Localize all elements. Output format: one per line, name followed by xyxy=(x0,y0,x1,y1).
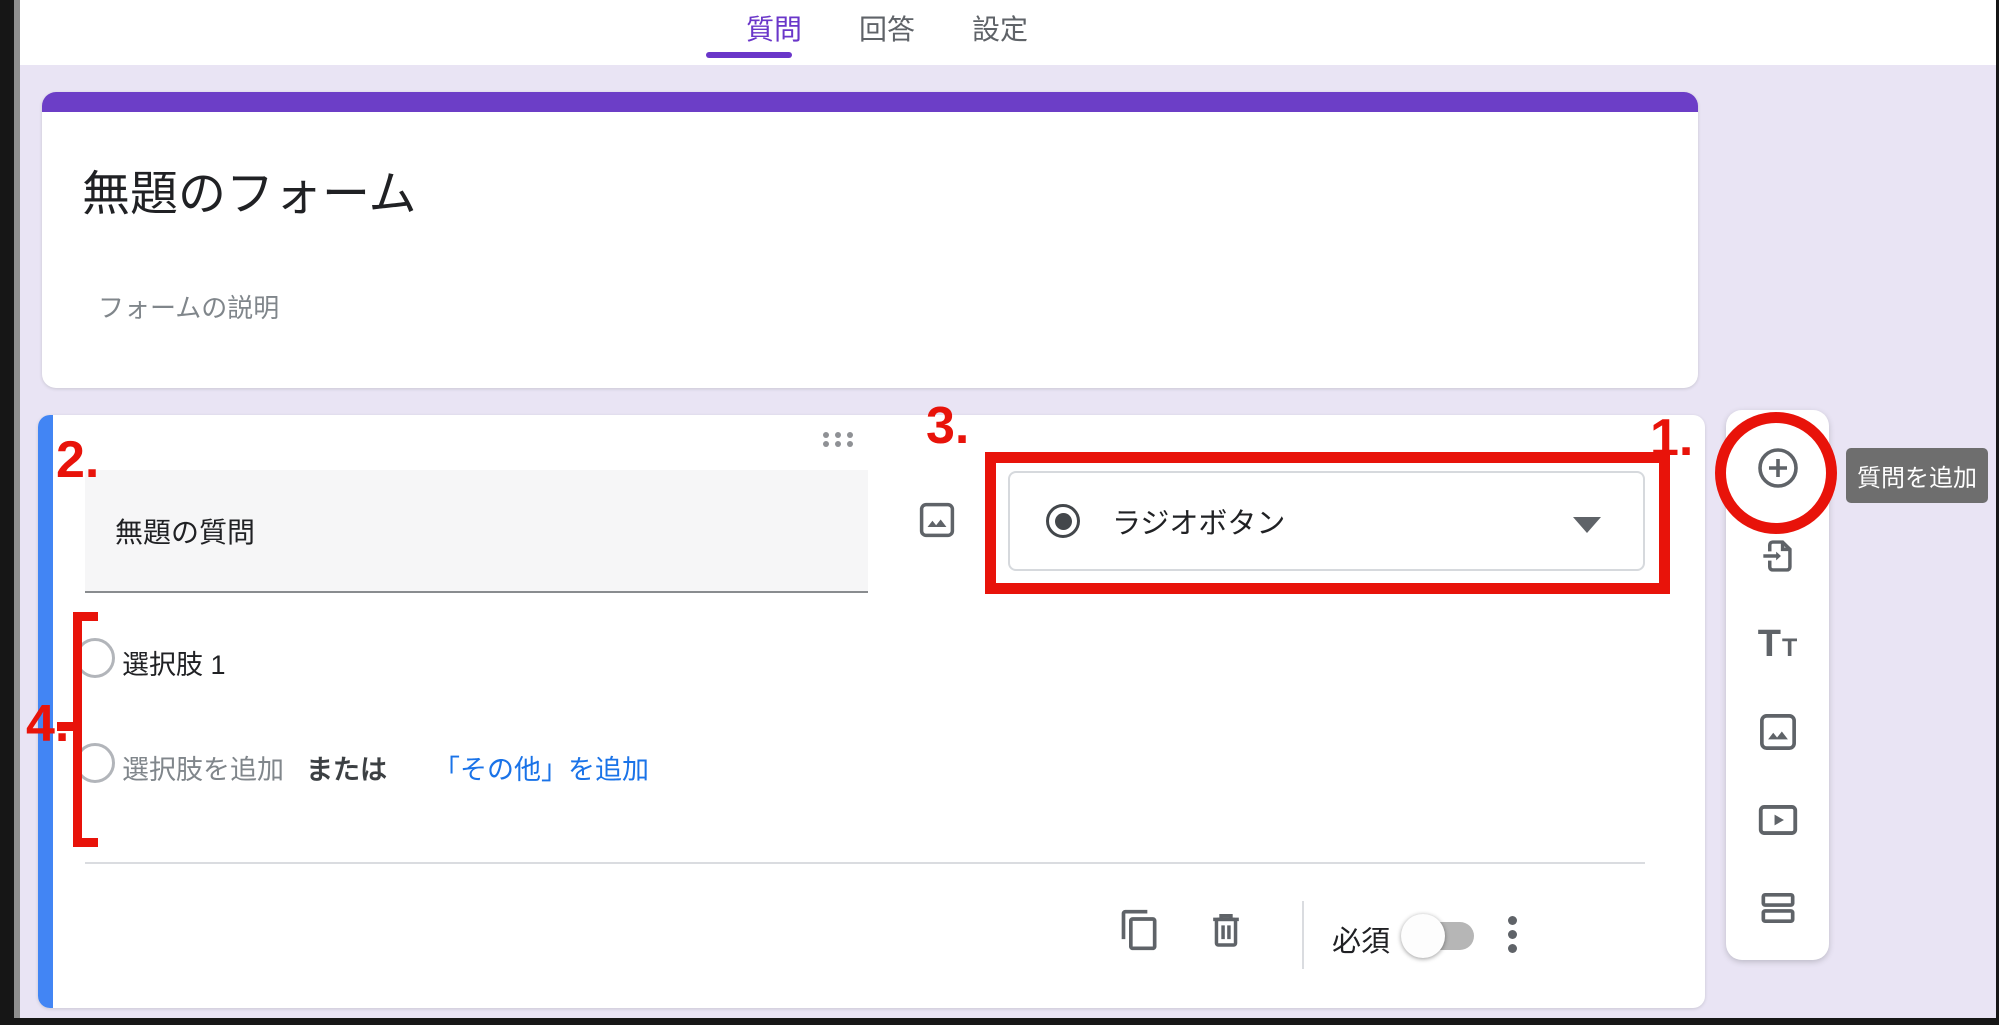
or-text: または xyxy=(306,748,387,787)
annotation-box-step3 xyxy=(985,452,1670,594)
footer-divider xyxy=(85,862,1645,864)
left-edge-bar xyxy=(0,0,14,1025)
add-image-icon[interactable] xyxy=(1754,708,1802,756)
add-video-icon[interactable] xyxy=(1754,796,1802,844)
add-title-icon[interactable]: TT xyxy=(1754,620,1802,668)
annotation-number-3: 3. xyxy=(926,400,969,452)
annotation-bracket-bottom xyxy=(73,838,98,847)
active-tab-indicator xyxy=(706,52,792,58)
annotation-bracket-top xyxy=(73,612,98,621)
tooltip-text: 質問を追加 xyxy=(1857,458,1977,493)
left-edge-line xyxy=(14,0,20,1025)
tab-questions[interactable]: 質問 xyxy=(746,10,802,50)
trash-icon[interactable] xyxy=(1204,908,1248,952)
duplicate-icon[interactable] xyxy=(1118,908,1162,952)
annotation-bracket-step4 xyxy=(73,612,82,847)
import-questions-icon[interactable] xyxy=(1754,532,1802,580)
tab-responses[interactable]: 回答 xyxy=(859,10,915,50)
option-label[interactable]: 選択肢 1 xyxy=(122,643,226,682)
theme-accent-bar xyxy=(42,92,1698,112)
required-label: 必須 xyxy=(1332,918,1390,960)
bottom-edge-bar xyxy=(0,1018,1999,1025)
required-toggle-knob[interactable] xyxy=(1401,914,1445,958)
add-option-link[interactable]: 選択肢を追加 xyxy=(122,748,284,787)
footer-separator xyxy=(1302,901,1304,969)
top-tab-bar: 質問 回答 設定 xyxy=(20,0,1996,65)
annotation-number-1: 1. xyxy=(1650,412,1693,464)
form-description-input[interactable]: フォームの説明 xyxy=(98,288,279,325)
form-title-card: 無題のフォーム フォームの説明 xyxy=(42,92,1698,388)
more-vert-icon[interactable] xyxy=(1508,916,1518,958)
drag-handle-icon[interactable] xyxy=(820,430,856,448)
add-section-icon[interactable] xyxy=(1754,884,1802,932)
question-title-input[interactable]: 無題の質問 xyxy=(85,470,868,593)
form-tabs: 質問 回答 設定 xyxy=(746,10,1028,50)
question-title-text: 無題の質問 xyxy=(115,511,255,551)
google-forms-editor: 質問 回答 設定 無題のフォーム フォームの説明 無題の質問 ラジオボタン xyxy=(0,0,1999,1025)
annotation-circle-step1 xyxy=(1715,412,1837,534)
add-other-link[interactable]: 「その他」を追加 xyxy=(433,748,649,787)
add-question-tooltip: 質問を追加 xyxy=(1846,448,1988,503)
annotation-bracket-middle xyxy=(57,722,73,731)
form-title-input[interactable]: 無題のフォーム xyxy=(82,154,417,224)
image-icon[interactable] xyxy=(916,499,958,541)
tab-settings[interactable]: 設定 xyxy=(972,10,1028,50)
annotation-number-2: 2. xyxy=(56,434,99,486)
